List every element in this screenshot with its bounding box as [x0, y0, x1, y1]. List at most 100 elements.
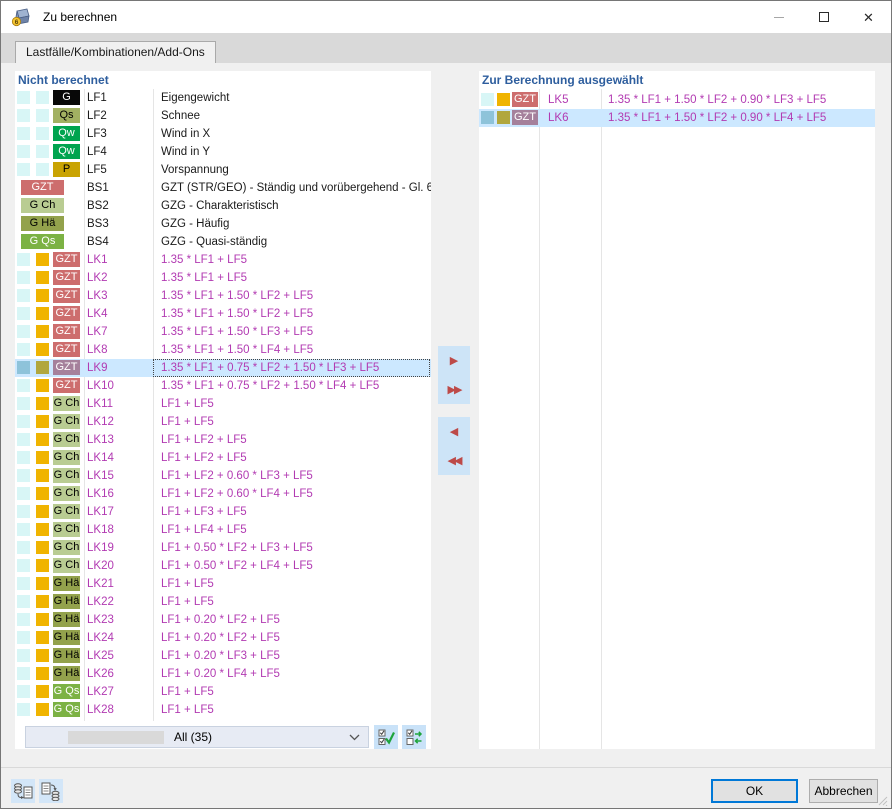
list-item-lk14[interactable]: G Ch LK14 LF1 + LF2 + LF5 — [15, 449, 431, 467]
flag-square-cyan[interactable] — [17, 631, 30, 644]
list-item-lk5[interactable]: GZT LK5 1.35 * LF1 + 1.50 * LF2 + 0.90 * L… — [479, 91, 875, 109]
move-left-button[interactable]: ◀ — [438, 417, 470, 446]
flag-square-cyan[interactable] — [17, 541, 30, 554]
flag-square-cyan[interactable] — [36, 109, 49, 122]
flag-square-yellow[interactable] — [36, 631, 49, 644]
flag-square-yellow[interactable] — [36, 577, 49, 590]
flag-square-cyan[interactable] — [36, 145, 49, 158]
flag-square-cyan[interactable] — [17, 397, 30, 410]
list-item-lk10[interactable]: GZT LK10 1.35 * LF1 + 0.75 * LF2 + 1.50 * … — [15, 377, 431, 395]
flag-square-yellow[interactable] — [36, 451, 49, 464]
select-all-button[interactable] — [374, 725, 398, 749]
flag-square-cyan[interactable] — [36, 127, 49, 140]
list-item-bs2[interactable]: G Ch BS2 GZG - Charakteristisch — [15, 197, 431, 215]
flag-square-cyan[interactable] — [17, 649, 30, 662]
list-item-lk1[interactable]: GZT LK1 1.35 * LF1 + LF5 — [15, 251, 431, 269]
cancel-button[interactable]: Abbrechen — [809, 779, 878, 803]
flag-square-cyan[interactable] — [17, 415, 30, 428]
import-selection-button[interactable] — [11, 779, 35, 803]
flag-square-cyan[interactable] — [17, 469, 30, 482]
flag-square-cyan[interactable] — [17, 667, 30, 680]
list-item-lk12[interactable]: G Ch LK12 LF1 + LF5 — [15, 413, 431, 431]
flag-square-yellow[interactable] — [36, 523, 49, 536]
flag-square-cyan[interactable] — [17, 289, 30, 302]
flag-square-yellow[interactable] — [36, 541, 49, 554]
list-item-lf1[interactable]: G LF1 Eigengewicht — [15, 89, 431, 107]
flag-square-cyan[interactable] — [17, 271, 30, 284]
list-item-lk25[interactable]: G Hä LK25 LF1 + 0.20 * LF3 + LF5 — [15, 647, 431, 665]
flag-square-yellow[interactable] — [36, 397, 49, 410]
flag-square-cyan[interactable] — [17, 505, 30, 518]
flag-square-cyan[interactable] — [17, 343, 30, 356]
flag-square-yellow[interactable] — [36, 379, 49, 392]
flag-square-yellow[interactable] — [36, 325, 49, 338]
flag-square-cyan[interactable] — [481, 111, 494, 124]
move-right-button[interactable]: ▶ — [438, 346, 470, 375]
flag-square-cyan[interactable] — [17, 595, 30, 608]
flag-square-yellow[interactable] — [497, 93, 510, 106]
list-item-lk27[interactable]: G Qs LK27 LF1 + LF5 — [15, 683, 431, 701]
flag-square-cyan[interactable] — [17, 361, 30, 374]
list-item-lk28[interactable]: G Qs LK28 LF1 + LF5 — [15, 701, 431, 719]
flag-square-yellow[interactable] — [36, 289, 49, 302]
flag-square-cyan[interactable] — [17, 91, 30, 104]
list-item-lk9[interactable]: GZT LK9 1.35 * LF1 + 0.75 * LF2 + 1.50 * L… — [15, 359, 431, 377]
list-item-lk20[interactable]: G Ch LK20 LF1 + 0.50 * LF2 + LF4 + LF5 — [15, 557, 431, 575]
flag-square-cyan[interactable] — [36, 91, 49, 104]
list-item-lk4[interactable]: GZT LK4 1.35 * LF1 + 1.50 * LF2 + LF5 — [15, 305, 431, 323]
flag-square-yellow[interactable] — [36, 343, 49, 356]
flag-square-cyan[interactable] — [17, 487, 30, 500]
invert-selection-button[interactable] — [402, 725, 426, 749]
flag-square-cyan[interactable] — [17, 145, 30, 158]
flag-square-yellow[interactable] — [36, 595, 49, 608]
flag-square-yellow[interactable] — [36, 505, 49, 518]
list-item-lk2[interactable]: GZT LK2 1.35 * LF1 + LF5 — [15, 269, 431, 287]
flag-square-yellow[interactable] — [36, 685, 49, 698]
flag-square-cyan[interactable] — [17, 523, 30, 536]
list-item-lk19[interactable]: G Ch LK19 LF1 + 0.50 * LF2 + LF3 + LF5 — [15, 539, 431, 557]
flag-square-cyan[interactable] — [17, 127, 30, 140]
flag-square-cyan[interactable] — [17, 433, 30, 446]
list-item-bs1[interactable]: GZT BS1 GZT (STR/GEO) - Ständig und vorübe… — [15, 179, 431, 197]
flag-square-yellow[interactable] — [36, 361, 49, 374]
export-selection-button[interactable] — [39, 779, 63, 803]
flag-square-yellow[interactable] — [36, 559, 49, 572]
list-item-lk18[interactable]: G Ch LK18 LF1 + LF4 + LF5 — [15, 521, 431, 539]
list-item-lf5[interactable]: P LF5 Vorspannung — [15, 161, 431, 179]
tab-lastfaelle-kombinationen-addons[interactable]: Lastfälle/Kombinationen/Add-Ons — [15, 41, 216, 63]
filter-dropdown[interactable]: All (35) — [25, 726, 369, 748]
flag-square-cyan[interactable] — [17, 577, 30, 590]
flag-square-cyan[interactable] — [17, 379, 30, 392]
list-item-lk21[interactable]: G Hä LK21 LF1 + LF5 — [15, 575, 431, 593]
list-item-lk16[interactable]: G Ch LK16 LF1 + LF2 + 0.60 * LF4 + LF5 — [15, 485, 431, 503]
flag-square-yellow[interactable] — [36, 253, 49, 266]
list-item-lk7[interactable]: GZT LK7 1.35 * LF1 + 1.50 * LF3 + LF5 — [15, 323, 431, 341]
flag-square-yellow[interactable] — [36, 271, 49, 284]
list-item-lk13[interactable]: G Ch LK13 LF1 + LF2 + LF5 — [15, 431, 431, 449]
flag-square-yellow[interactable] — [36, 649, 49, 662]
flag-square-cyan[interactable] — [17, 685, 30, 698]
list-item-lk22[interactable]: G Hä LK22 LF1 + LF5 — [15, 593, 431, 611]
list-item-lk3[interactable]: GZT LK3 1.35 * LF1 + 1.50 * LF2 + LF5 — [15, 287, 431, 305]
flag-square-yellow[interactable] — [36, 703, 49, 716]
flag-square-cyan[interactable] — [17, 613, 30, 626]
flag-square-yellow[interactable] — [36, 307, 49, 320]
flag-square-cyan[interactable] — [36, 163, 49, 176]
ok-button[interactable]: OK — [711, 779, 798, 803]
flag-square-cyan[interactable] — [17, 559, 30, 572]
flag-square-cyan[interactable] — [17, 703, 30, 716]
list-item-lk6[interactable]: GZT LK6 1.35 * LF1 + 1.50 * LF2 + 0.90 * L… — [479, 109, 875, 127]
flag-square-yellow[interactable] — [36, 613, 49, 626]
list-item-bs4[interactable]: G Qs BS4 GZG - Quasi-ständig — [15, 233, 431, 251]
flag-square-yellow[interactable] — [497, 111, 510, 124]
flag-square-yellow[interactable] — [36, 469, 49, 482]
list-item-lk8[interactable]: GZT LK8 1.35 * LF1 + 1.50 * LF4 + LF5 — [15, 341, 431, 359]
flag-square-cyan[interactable] — [481, 93, 494, 106]
flag-square-cyan[interactable] — [17, 163, 30, 176]
list-item-lk11[interactable]: G Ch LK11 LF1 + LF5 — [15, 395, 431, 413]
list-item-lf2[interactable]: Qs LF2 Schnee — [15, 107, 431, 125]
list-item-lk24[interactable]: G Hä LK24 LF1 + 0.20 * LF2 + LF5 — [15, 629, 431, 647]
flag-square-yellow[interactable] — [36, 487, 49, 500]
list-item-lk23[interactable]: G Hä LK23 LF1 + 0.20 * LF2 + LF5 — [15, 611, 431, 629]
flag-square-cyan[interactable] — [17, 325, 30, 338]
